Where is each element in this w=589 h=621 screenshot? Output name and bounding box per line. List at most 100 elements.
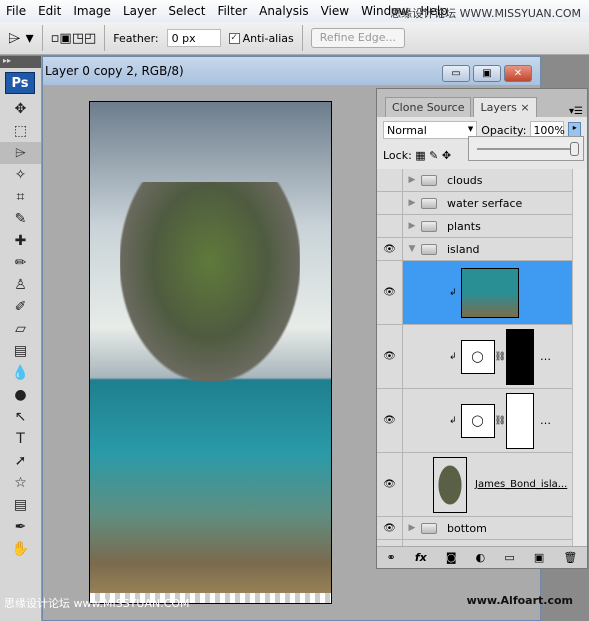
healing-brush-icon[interactable]: ✚	[0, 230, 41, 252]
layer-clouds[interactable]: ▶ clouds	[377, 169, 573, 192]
notes-icon[interactable]: ▤	[0, 494, 41, 516]
menu-layer[interactable]: Layer	[117, 4, 162, 18]
menu-select[interactable]: Select	[162, 4, 211, 18]
tab-layers[interactable]: Layers ×	[473, 97, 537, 117]
clip-icon: ↲	[449, 415, 457, 426]
layer-bottom[interactable]: 👁 ▶ bottom	[377, 517, 573, 540]
eyedropper-2-icon[interactable]: ✒	[0, 516, 41, 538]
history-brush-icon[interactable]: ✐	[0, 296, 41, 318]
lock-label: Lock:	[383, 149, 412, 162]
fx-icon[interactable]: fx	[415, 551, 427, 564]
clone-stamp-icon[interactable]: ♙	[0, 274, 41, 296]
close-button[interactable]: ✕	[504, 65, 532, 82]
layer-name: …	[539, 350, 551, 363]
maximize-button[interactable]: ▣	[473, 65, 501, 82]
adjustment-layer-icon[interactable]: ◐	[476, 551, 486, 564]
close-tab-icon[interactable]: ×	[520, 101, 529, 114]
layer-thumbnail	[460, 267, 519, 318]
layer-name: clouds	[447, 173, 483, 187]
layer-name: plants	[447, 219, 481, 233]
path-selection-icon[interactable]: ↖	[0, 406, 41, 428]
layer-adjustment-1[interactable]: 👁 ↲ ◯ ⛓…	[377, 325, 573, 389]
image-canvas[interactable]	[89, 101, 332, 604]
layers-bottom-bar: ⚭ fx ◙ ◐ ▭ ▣ 🗑	[377, 546, 587, 568]
polygonal-lasso-icon[interactable]: ⌲ ▾	[8, 28, 34, 48]
link-icon: ⛓	[494, 415, 506, 426]
brush-tool-icon[interactable]: ✏	[0, 252, 41, 274]
add-mask-icon[interactable]: ◙	[446, 551, 457, 564]
eyedropper-icon[interactable]: ✎	[0, 208, 41, 230]
layer-plants[interactable]: ▶ plants	[377, 215, 573, 238]
panel-menu-icon[interactable]: ▾☰	[569, 106, 583, 117]
divider	[301, 25, 303, 51]
visibility-toggle[interactable]	[377, 169, 403, 191]
eye-icon[interactable]: 👁	[377, 238, 403, 260]
menu-edit[interactable]: Edit	[32, 4, 67, 18]
new-layer-icon[interactable]: ▣	[534, 551, 544, 564]
opacity-slider-thumb[interactable]	[570, 142, 579, 156]
ps-logo: Ps	[5, 72, 35, 94]
expand-icon[interactable]: ▶	[403, 221, 421, 231]
opacity-label: Opacity:	[481, 123, 527, 137]
menu-analysis[interactable]: Analysis	[253, 4, 314, 18]
watermark-bottom-right: www.Alfoart.com	[466, 594, 573, 607]
collapse-icon[interactable]: ▸▸	[0, 56, 41, 68]
selection-mode-icons[interactable]: ▫▣◳◰	[51, 31, 97, 46]
expand-icon[interactable]: ▶	[403, 175, 421, 185]
tab-layers-label: Layers	[480, 101, 517, 114]
layers-scrollbar[interactable]	[572, 169, 587, 546]
eraser-icon[interactable]: ▱	[0, 318, 41, 340]
visibility-toggle[interactable]	[377, 192, 403, 214]
folder-icon	[421, 243, 437, 255]
layer-name: water serface	[447, 196, 523, 210]
antialias-checkbox[interactable]: ✓	[228, 32, 240, 44]
expand-icon[interactable]: ▶	[403, 523, 421, 533]
blend-mode-select[interactable]: Normal	[383, 121, 478, 139]
refine-edge-button[interactable]: Refine Edge...	[310, 28, 406, 48]
adjustment-icon: ◯	[460, 339, 495, 374]
eye-icon[interactable]: 👁	[377, 261, 403, 324]
lock-icons[interactable]: ▦ ✎ ✥	[415, 149, 451, 162]
lasso-tool-icon[interactable]: ⌲	[0, 142, 41, 164]
eye-icon[interactable]: 👁	[377, 325, 403, 388]
expand-icon[interactable]: ▶	[403, 198, 421, 208]
type-tool-icon[interactable]: T	[0, 428, 41, 450]
visibility-toggle[interactable]	[377, 215, 403, 237]
opacity-slider[interactable]	[468, 136, 584, 161]
minimize-button[interactable]: ▭	[442, 65, 470, 82]
menu-filter[interactable]: Filter	[211, 4, 253, 18]
watermark-top: 思缘设计论坛 WWW.MISSYUAN.COM	[390, 7, 581, 20]
layer-adjustment-2[interactable]: 👁 ↲ ◯ ⛓…	[377, 389, 573, 453]
direct-selection-icon[interactable]: ➚	[0, 450, 41, 472]
trash-icon[interactable]: 🗑	[563, 551, 577, 564]
layer-island[interactable]: 👁 ▼ island	[377, 238, 573, 261]
marquee-tool-icon[interactable]: ⬚	[0, 120, 41, 142]
crop-tool-icon[interactable]: ⌗	[0, 186, 41, 208]
eye-icon[interactable]: 👁	[377, 453, 403, 516]
collapse-icon[interactable]: ▼	[403, 244, 421, 254]
eye-icon[interactable]: 👁	[377, 517, 403, 539]
feather-input[interactable]: 0 px	[166, 29, 221, 47]
menu-file[interactable]: File	[0, 4, 32, 18]
antialias-label: Anti-alias	[242, 31, 294, 45]
new-group-icon[interactable]: ▭	[504, 551, 514, 564]
shape-tool-icon[interactable]: ☆	[0, 472, 41, 494]
layer-james-bond-island[interactable]: 👁 James_Bond_isla...	[377, 453, 573, 517]
layer-selected[interactable]: 👁 ↲	[377, 261, 573, 325]
blur-icon[interactable]: 💧	[0, 362, 41, 384]
layer-water-serface[interactable]: ▶ water serface	[377, 192, 573, 215]
layer-name: island	[447, 242, 480, 256]
gradient-icon[interactable]: ▤	[0, 340, 41, 362]
dodge-icon[interactable]: ●	[0, 384, 41, 406]
eye-icon[interactable]: 👁	[377, 389, 403, 452]
move-tool-icon[interactable]: ✥	[0, 98, 41, 120]
menu-image[interactable]: Image	[67, 4, 117, 18]
link-layers-icon[interactable]: ⚭	[387, 551, 396, 564]
hand-tool-icon[interactable]: ✋	[0, 538, 41, 560]
menu-view[interactable]: View	[315, 4, 355, 18]
magic-wand-icon[interactable]: ✧	[0, 164, 41, 186]
layer-thumbnail	[433, 456, 467, 513]
island-image	[120, 182, 300, 382]
tab-clone-source[interactable]: Clone Source	[385, 97, 472, 117]
folder-icon	[421, 174, 437, 186]
